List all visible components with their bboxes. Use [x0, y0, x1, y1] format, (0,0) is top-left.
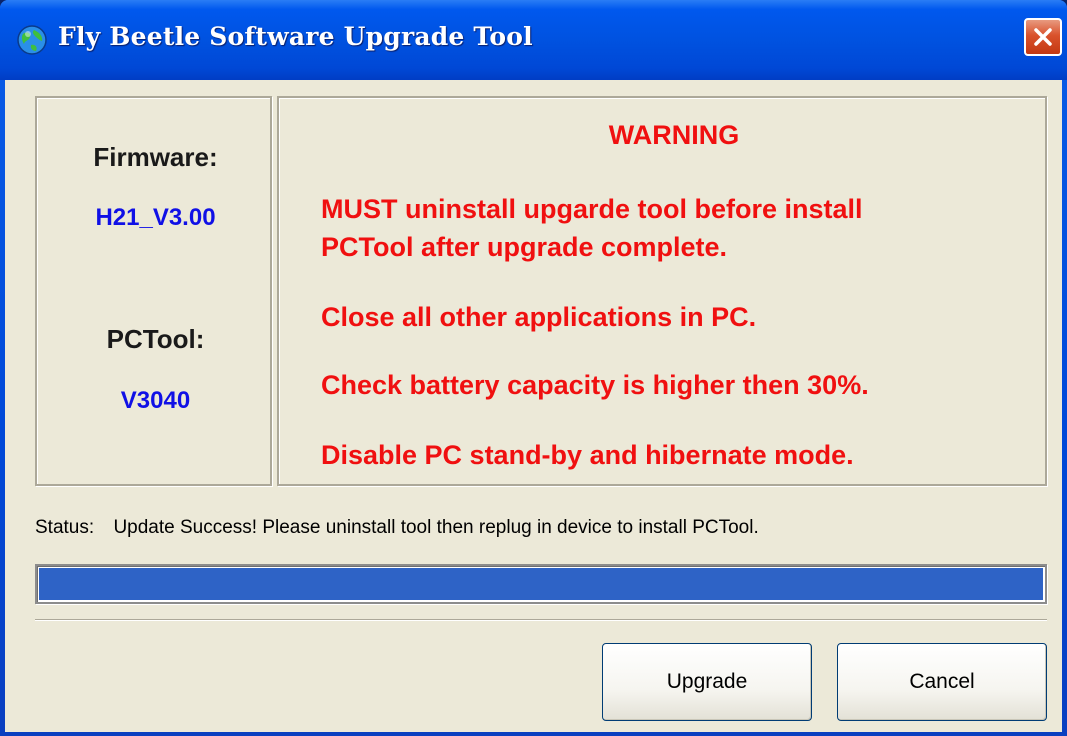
firmware-version: H21_V3.00: [95, 204, 216, 231]
firmware-label: Firmware:: [93, 142, 218, 172]
globe-icon: [16, 24, 48, 56]
status-row: Status: Update Success! Please uninstall…: [35, 517, 1035, 539]
pctool-label: PCTool:: [106, 324, 205, 354]
warning-line: Close all other applications in PC.: [321, 302, 757, 332]
warning-panel: WARNING MUST uninstall upgarde tool befo…: [277, 96, 1047, 486]
warning-line: PCTool after upgrade complete.: [321, 232, 728, 262]
separator: [35, 619, 1047, 621]
cancel-button[interactable]: Cancel: [837, 643, 1047, 721]
warning-title: WARNING: [608, 120, 740, 150]
upgrade-button[interactable]: Upgrade: [602, 643, 812, 721]
title-bar[interactable]: Fly Beetle Software Upgrade Tool: [0, 0, 1067, 80]
window-title: Fly Beetle Software Upgrade Tool: [58, 22, 533, 51]
version-info-panel: Firmware: H21_V3.00 PCTool: V3040: [35, 96, 272, 486]
close-button[interactable]: [1024, 18, 1062, 56]
warning-line: MUST uninstall upgarde tool before insta…: [321, 194, 863, 224]
progress-bar-fill: [39, 568, 1043, 600]
upgrade-tool-window: Fly Beetle Software Upgrade Tool Firmwar…: [0, 0, 1067, 736]
warning-line: Disable PC stand-by and hibernate mode.: [321, 440, 854, 470]
close-icon: [1034, 28, 1052, 46]
pctool-version: V3040: [120, 387, 191, 414]
client-area: Firmware: H21_V3.00 PCTool: V3040 WARNIN…: [5, 80, 1062, 732]
status-message: Update Success! Please uninstall tool th…: [113, 517, 759, 538]
progress-bar: [35, 564, 1047, 604]
status-label: Status:: [35, 517, 95, 538]
warning-line: Check battery capacity is higher then 30…: [321, 370, 869, 400]
